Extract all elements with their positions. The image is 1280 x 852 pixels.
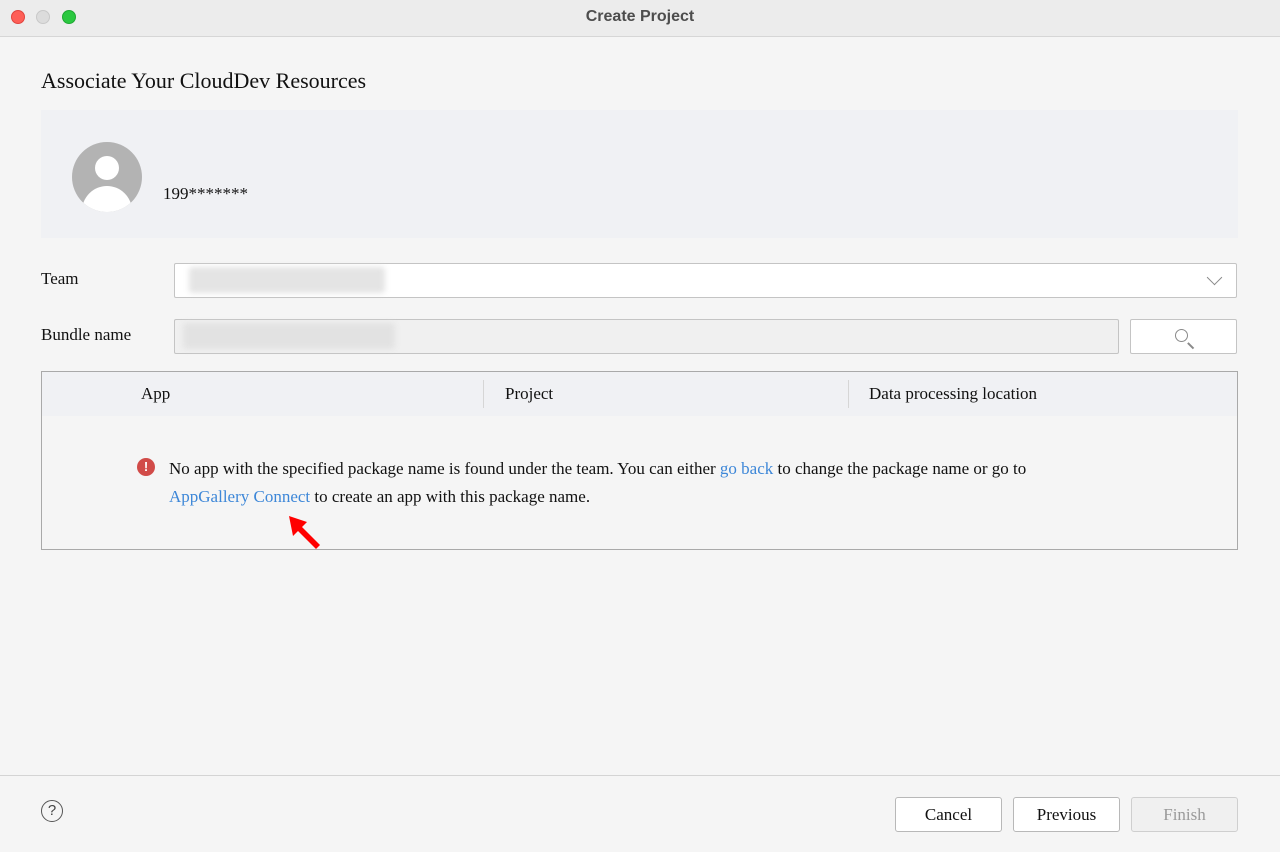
search-icon <box>1175 329 1188 342</box>
annotation-arrow-icon <box>289 516 320 549</box>
go-back-link[interactable]: go back <box>720 459 773 478</box>
page-title: Associate Your CloudDev Resources <box>41 68 367 93</box>
column-header-project: Project <box>505 384 554 403</box>
account-name: 199******* <box>163 184 248 203</box>
error-icon: ! <box>137 458 155 476</box>
avatar-icon <box>72 142 142 212</box>
error-message: No app with the specified package name i… <box>169 459 1027 506</box>
title-bar: Create Project <box>0 0 1280 37</box>
bundle-name-label: Bundle name <box>41 325 132 344</box>
bundle-value-redacted <box>183 323 395 349</box>
appgallery-connect-link[interactable]: AppGallery Connect <box>169 487 310 506</box>
finish-button[interactable]: Finish <box>1131 797 1238 832</box>
bundle-name-input[interactable] <box>174 319 1119 354</box>
team-select[interactable] <box>174 263 1237 298</box>
window-title: Create Project <box>585 8 695 25</box>
search-button[interactable] <box>1130 319 1237 354</box>
column-header-app: App <box>141 384 171 403</box>
column-header-data-location: Data processing location <box>869 384 1038 403</box>
chevron-down-icon <box>1206 269 1223 286</box>
account-panel: 199******* <box>41 110 1238 238</box>
previous-button[interactable]: Previous <box>1013 797 1120 832</box>
cancel-button[interactable]: Cancel <box>895 797 1002 832</box>
table-header: App Project Data processing location <box>42 372 1237 416</box>
footer-divider <box>0 775 1280 776</box>
team-label: Team <box>41 269 79 288</box>
results-table: App Project Data processing location ! N… <box>41 371 1238 550</box>
help-icon[interactable]: ? <box>41 800 63 822</box>
team-value-redacted <box>189 267 385 293</box>
